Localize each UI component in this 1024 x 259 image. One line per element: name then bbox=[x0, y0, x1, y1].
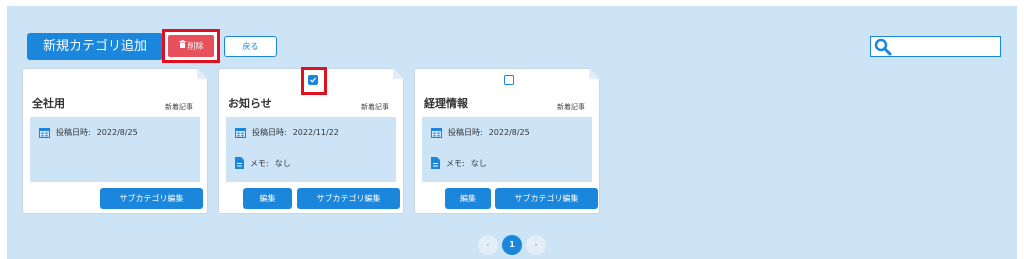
new-article-tag: 新着記事 bbox=[361, 103, 389, 111]
new-article-tag: 新着記事 bbox=[165, 103, 193, 111]
checkmark-icon bbox=[310, 77, 316, 83]
memo-label: メモ: bbox=[446, 158, 465, 168]
card-title: 全社用 bbox=[32, 97, 65, 110]
date-value: 2022/8/25 bbox=[96, 128, 138, 137]
search-icon[interactable] bbox=[873, 37, 893, 56]
document-icon bbox=[431, 157, 440, 169]
date-label: 投稿日時: bbox=[252, 128, 287, 137]
calendar-icon bbox=[235, 127, 246, 138]
folded-corner bbox=[589, 68, 600, 79]
date-label: 投稿日時: bbox=[56, 128, 91, 137]
subcategory-edit-button[interactable]: サブカテゴリ編集 bbox=[297, 188, 400, 209]
card-title: 経理情報 bbox=[424, 97, 468, 110]
delete-button[interactable]: 削除 bbox=[168, 35, 214, 57]
category-card: お知らせ 新着記事 投稿日時: 2022/11/22 メモ: なし 編集 サブカ… bbox=[218, 67, 404, 214]
subcategory-edit-button[interactable]: サブカテゴリ編集 bbox=[100, 188, 203, 209]
pagination: ‹ 1 › bbox=[478, 235, 546, 255]
select-checkbox[interactable] bbox=[308, 75, 318, 85]
subcategory-edit-button[interactable]: サブカテゴリ編集 bbox=[495, 188, 598, 209]
date-value: 2022/8/25 bbox=[488, 128, 530, 137]
date-value: 2022/11/22 bbox=[292, 128, 339, 137]
calendar-icon bbox=[431, 127, 442, 138]
trash-icon bbox=[178, 35, 186, 57]
calendar-icon bbox=[39, 127, 50, 138]
memo-row: メモ: なし bbox=[431, 157, 487, 169]
add-category-button[interactable]: 新規カテゴリ追加 bbox=[27, 33, 163, 60]
prev-page-button[interactable]: ‹ bbox=[478, 235, 498, 255]
memo-row: メモ: なし bbox=[235, 157, 291, 169]
date-row: 投稿日時: 2022/8/25 bbox=[39, 127, 138, 138]
page-1-button[interactable]: 1 bbox=[502, 235, 522, 255]
category-card: 経理情報 新着記事 投稿日時: 2022/8/25 メモ: なし 編集 サブカテ… bbox=[414, 68, 600, 214]
memo-value: なし bbox=[274, 158, 291, 168]
card-info-box: 投稿日時: 2022/11/22 メモ: なし bbox=[226, 117, 396, 182]
edit-button[interactable]: 編集 bbox=[445, 188, 491, 209]
card-info-box: 投稿日時: 2022/8/25 bbox=[30, 117, 200, 182]
new-article-tag: 新着記事 bbox=[557, 103, 585, 111]
card-title: お知らせ bbox=[228, 97, 272, 110]
date-label: 投稿日時: bbox=[448, 128, 483, 137]
date-row: 投稿日時: 2022/11/22 bbox=[235, 127, 339, 138]
search-input[interactable] bbox=[870, 36, 1001, 57]
delete-label: 削除 bbox=[187, 41, 204, 51]
document-icon bbox=[235, 157, 244, 169]
next-page-button[interactable]: › bbox=[526, 235, 546, 255]
back-button[interactable]: 戻る bbox=[224, 36, 277, 57]
folded-corner bbox=[197, 68, 208, 79]
edit-button[interactable]: 編集 bbox=[243, 188, 292, 209]
card-info-box: 投稿日時: 2022/8/25 メモ: なし bbox=[422, 117, 592, 182]
select-checkbox[interactable] bbox=[504, 75, 514, 85]
category-card: 全社用 新着記事 投稿日時: 2022/8/25 サブカテゴリ編集 bbox=[22, 68, 208, 214]
memo-value: なし bbox=[470, 158, 487, 168]
date-row: 投稿日時: 2022/8/25 bbox=[431, 127, 530, 138]
folded-corner bbox=[393, 68, 404, 79]
memo-label: メモ: bbox=[250, 158, 269, 168]
